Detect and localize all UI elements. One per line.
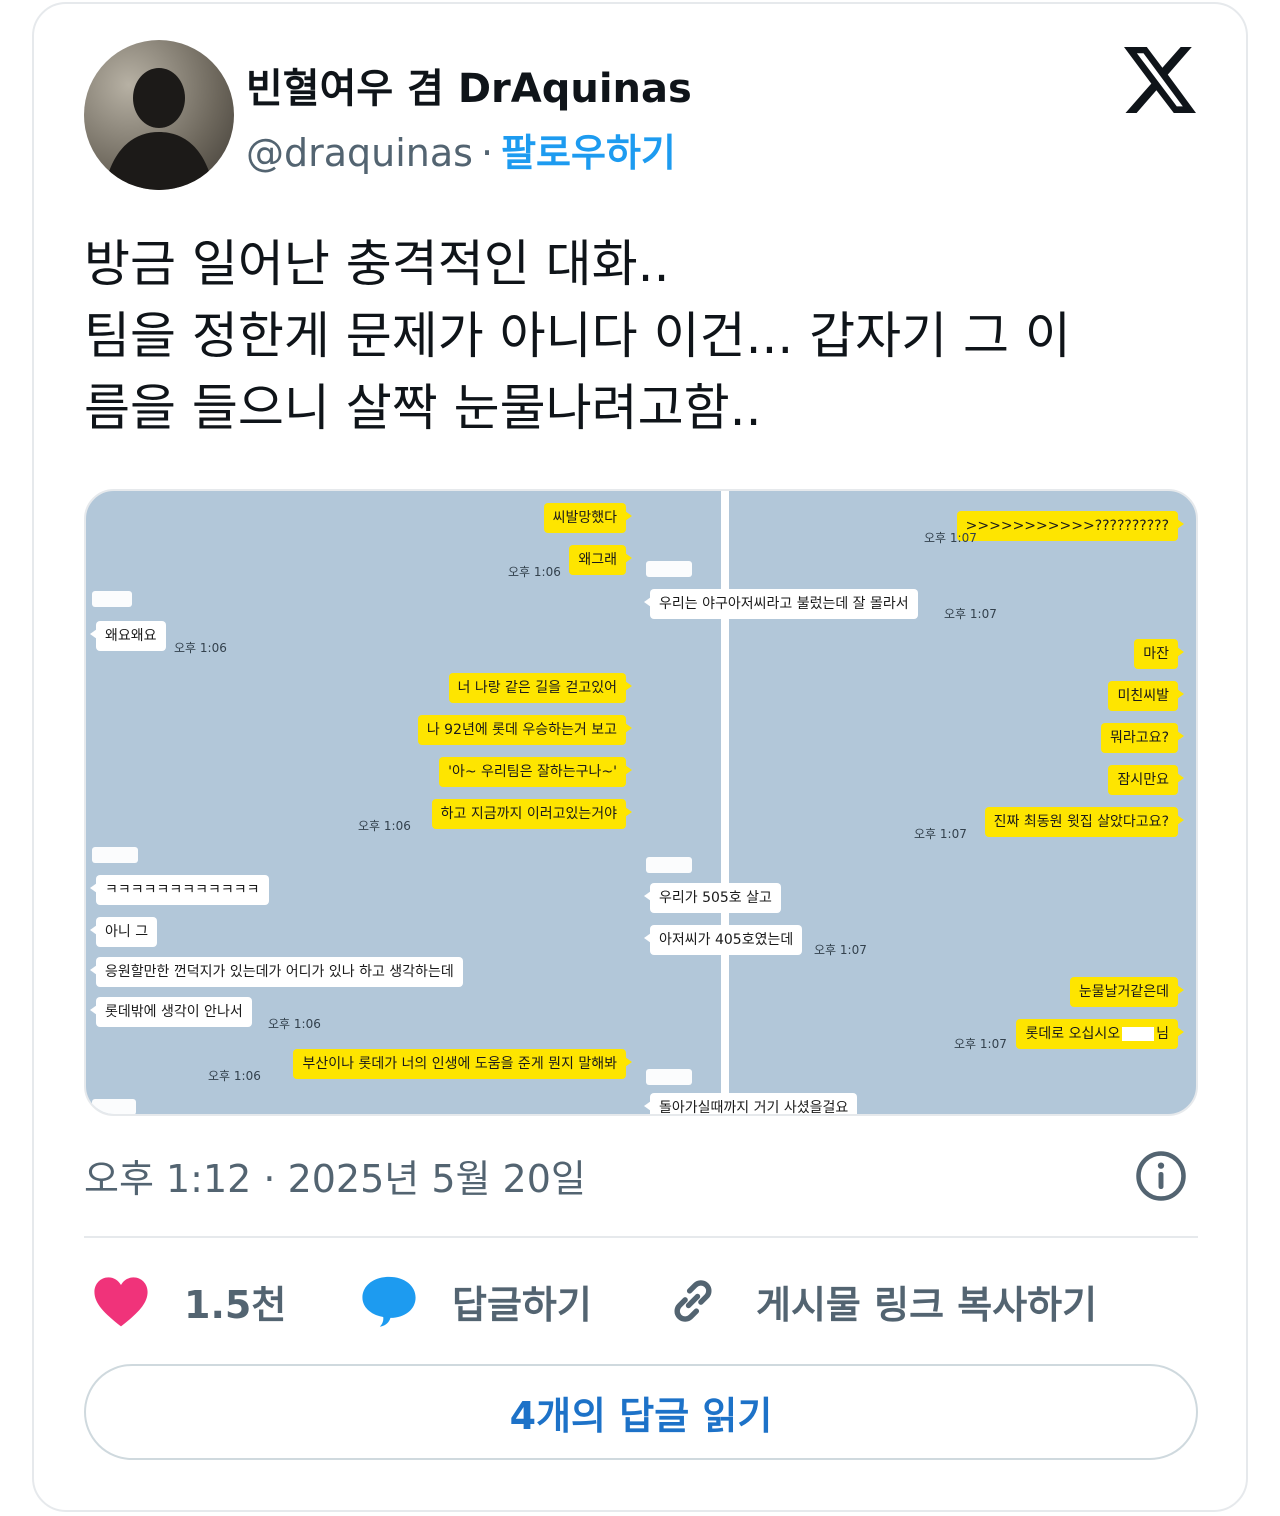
redacted-name — [92, 1099, 136, 1114]
read-replies-button[interactable]: 4개의 답글 읽기 — [84, 1364, 1198, 1460]
chat-message: 아저씨가 405호였는데 — [643, 925, 803, 955]
redacted-name — [1122, 1027, 1155, 1041]
chat-message: 하고 지금까지 이러고있는거야 — [431, 799, 633, 829]
divider — [84, 1236, 1198, 1238]
reply-button[interactable]: 답글하기 — [360, 1270, 592, 1332]
redacted-name — [92, 591, 132, 607]
reply-label: 답글하기 — [452, 1282, 592, 1327]
avatar[interactable] — [84, 40, 234, 190]
chat-message-text: 롯데로 오십시오 — [1025, 1026, 1121, 1042]
chat-message: 미친씨발 — [1108, 681, 1184, 711]
chat-timestamp: 오후 1:07 — [954, 1037, 1007, 1051]
x-logo-icon[interactable] — [1124, 46, 1196, 114]
redacted-name — [646, 561, 692, 577]
follow-button[interactable]: 팔로우하기 — [501, 131, 676, 175]
chat-message: 왜요왜요 — [90, 621, 166, 651]
copy-link-button[interactable]: 게시물 링크 복사하기 — [664, 1270, 1097, 1332]
chat-message: 우리는 야구아저씨라고 불렀는데 잘 몰라서 — [644, 589, 918, 619]
chat-message: 눈물날거같은데 — [1069, 977, 1185, 1007]
chat-message: 씨발망했다 — [543, 503, 633, 533]
tweet-text: 방금 일어난 충격적인 대화.. 팀을 정한게 문제가 아니다 이건... 갑자… — [84, 228, 1194, 444]
redacted-name — [646, 1069, 692, 1085]
copy-link-label: 게시물 링크 복사하기 — [756, 1282, 1098, 1327]
image-divider — [721, 491, 729, 1114]
display-name[interactable]: 빈혈여우 겸 DrAquinas — [246, 56, 692, 114]
chat-message: 뭐라고요? — [1101, 723, 1184, 753]
chat-message: 돌아가실때까지 거기 사셨을걸요 — [643, 1093, 858, 1114]
chat-message: 롯데로 오십시오 님 — [1016, 1019, 1184, 1049]
chat-timestamp: 오후 1:06 — [268, 1017, 321, 1031]
chat-message: 마잔 — [1134, 639, 1184, 669]
link-icon — [674, 1280, 712, 1322]
speech-bubble-icon — [362, 1276, 416, 1327]
chat-message: 왜그래 — [569, 545, 632, 575]
separator-dot: · — [480, 131, 494, 175]
chat-timestamp: 오후 1:06 — [358, 819, 411, 833]
chat-message: 진짜 최동원 윗집 살았다고요? — [984, 807, 1185, 837]
info-icon[interactable] — [1134, 1149, 1188, 1203]
like-button[interactable]: 1.5천 — [92, 1270, 286, 1332]
chat-timestamp: 오후 1:07 — [814, 943, 867, 957]
heart-icon — [94, 1277, 148, 1327]
tweet-text-line: 방금 일어난 충격적인 대화.. — [84, 235, 670, 293]
chat-message: 잠시만요 — [1108, 765, 1184, 795]
redacted-name — [646, 857, 692, 873]
chat-message: 나 92년에 롯데 우승하는거 보고 — [417, 715, 633, 745]
chat-timestamp: 오후 1:07 — [944, 607, 997, 621]
like-count: 1.5천 — [184, 1282, 287, 1327]
user-handle[interactable]: @draquinas — [246, 131, 473, 175]
chat-message: >>>>>>>>>>>?????????? — [956, 511, 1185, 541]
chat-message: 너 나랑 같은 길을 걷고있어 — [448, 673, 633, 703]
tweet-media-image[interactable]: 씨발망했다 왜그래 오후 1:06 왜요왜요 오후 1:06 너 나랑 같은 길… — [84, 489, 1198, 1116]
chat-message: 롯데밖에 생각이 안나서 — [90, 997, 252, 1027]
chat-timestamp: 오후 1:06 — [508, 565, 561, 579]
chat-timestamp: 오후 1:06 — [174, 641, 227, 655]
redacted-name — [92, 847, 138, 863]
chat-message: 아니 그 — [89, 917, 158, 947]
avatar-silhouette — [104, 68, 214, 190]
tweet-timestamp[interactable]: 오후 1:12 · 2025년 5월 20일 — [84, 1148, 586, 1203]
chat-message: 부산이나 롯데가 너의 인생에 도움을 준게 뭔지 말해봐 — [293, 1049, 632, 1079]
chat-timestamp: 오후 1:06 — [208, 1069, 261, 1083]
chat-message: ㅋㅋㅋㅋㅋㅋㅋㅋㅋㅋㅋㅋ — [90, 875, 269, 905]
read-replies-label: 4개의 답글 읽기 — [509, 1393, 773, 1438]
tweet-text-line: 름을 들으니 살짝 눈물나려고함.. — [84, 379, 762, 437]
chat-message-suffix: 님 — [1156, 1026, 1169, 1042]
tweet-text-line: 팀을 정한게 문제가 아니다 이건... 갑자기 그 이 — [84, 307, 1071, 365]
handle-row: @draquinas · 팔로우하기 — [246, 122, 676, 177]
chat-timestamp: 오후 1:07 — [924, 531, 977, 545]
chat-message: '아~ 우리팀은 잘하는구나~' — [439, 757, 632, 787]
chat-message: 우리가 505호 살고 — [644, 883, 781, 913]
chat-timestamp: 오후 1:07 — [914, 827, 967, 841]
chat-message: 응원할만한 껀덕지가 있는데가 어디가 있나 하고 생각하는데 — [90, 957, 463, 987]
